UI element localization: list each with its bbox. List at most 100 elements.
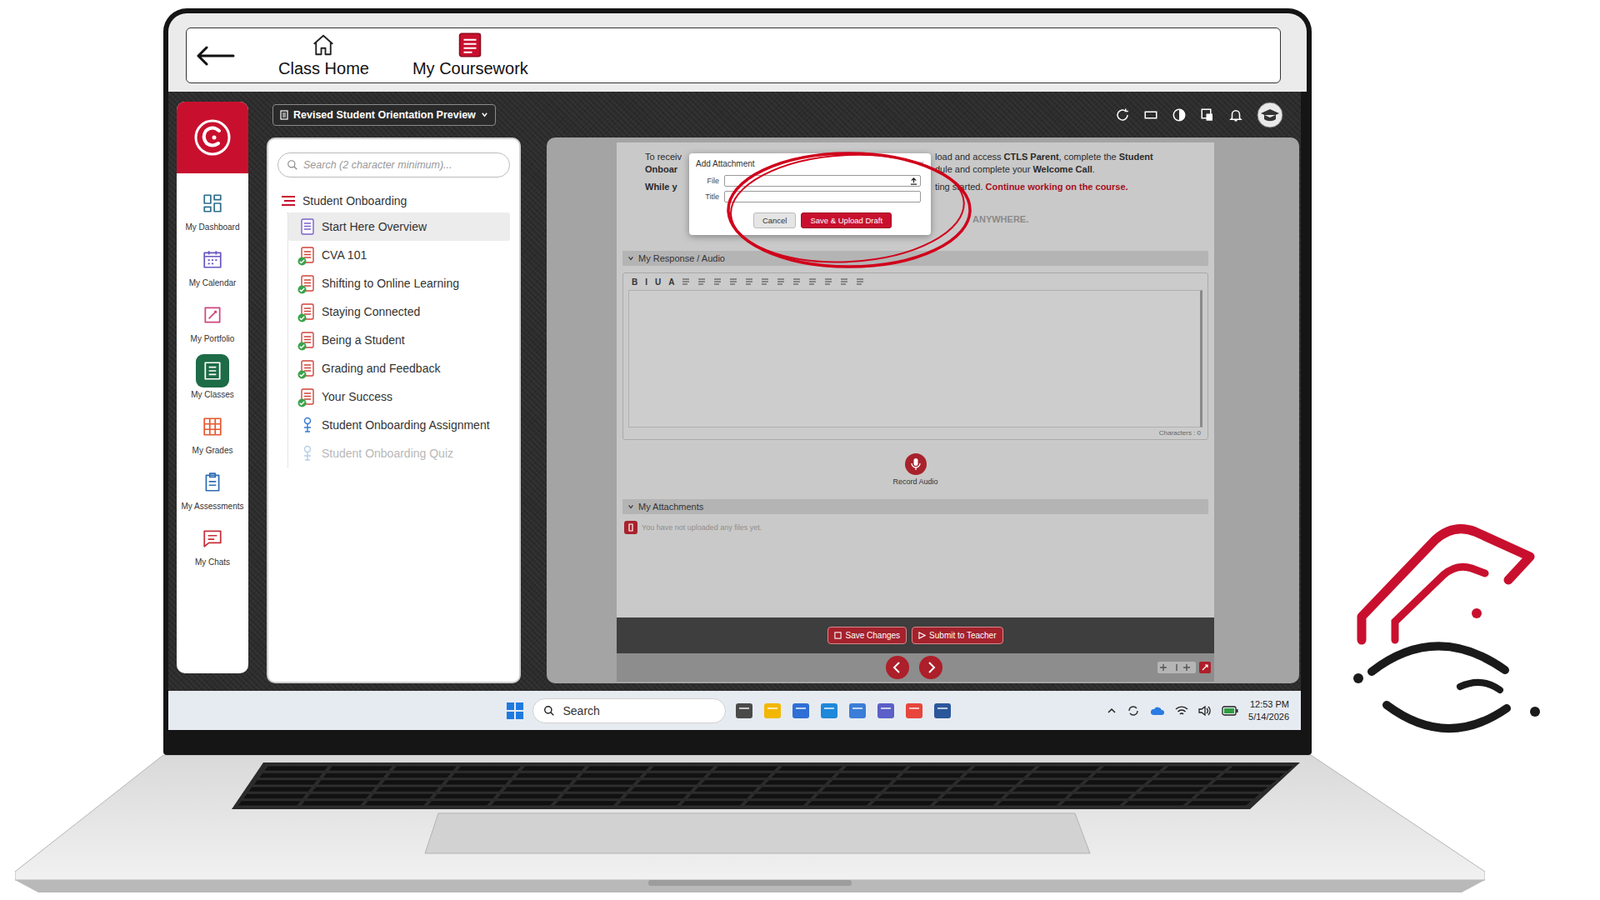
tree-item[interactable]: Your Success — [288, 382, 510, 411]
keyboard-key[interactable] — [375, 786, 440, 792]
keyboard-key[interactable] — [835, 772, 901, 778]
upload-icon[interactable] — [910, 177, 918, 185]
contrast-icon[interactable] — [1171, 107, 1187, 123]
toolbar-tool-icon[interactable] — [760, 277, 770, 286]
attachment-icon[interactable] — [624, 520, 638, 535]
bell-icon[interactable] — [1228, 107, 1244, 123]
tree-item[interactable]: Staying Connected — [288, 297, 510, 326]
clock[interactable]: 12:53 PM5/14/2026 — [1248, 698, 1290, 724]
keyboard-key[interactable] — [1060, 800, 1126, 806]
keyboard-key[interactable] — [841, 765, 909, 771]
keyboard-key[interactable] — [884, 786, 950, 792]
dock-item[interactable]: My Grades — [176, 410, 249, 456]
section-header[interactable]: My Attachments — [622, 499, 1209, 515]
dock-item[interactable]: My Portfolio — [176, 298, 249, 345]
keyboard-key[interactable] — [1130, 793, 1198, 799]
keyboard-key[interactable] — [380, 780, 446, 785]
toolbar-tool-icon[interactable] — [840, 277, 849, 286]
keyboard-key[interactable] — [996, 800, 1063, 806]
keyboard-key[interactable] — [813, 793, 880, 799]
section-header[interactable]: My Response / Audio — [622, 250, 1209, 266]
keyboard-key[interactable] — [439, 786, 505, 792]
taskbar-app-icon[interactable] — [790, 700, 811, 721]
keyboard-key[interactable] — [905, 765, 973, 771]
keyboard-key[interactable] — [253, 780, 319, 785]
tree-item[interactable]: Being a Student — [288, 325, 510, 355]
keyboard-key[interactable] — [386, 772, 452, 778]
keyboard-key[interactable] — [870, 800, 936, 806]
taskbar-search[interactable]: Search — [532, 698, 726, 724]
keyboard-key[interactable] — [305, 793, 370, 799]
record-audio[interactable]: Record Audio — [622, 453, 1209, 486]
top-tab[interactable]: Class Home — [278, 32, 370, 79]
taskbar-app-icon[interactable] — [875, 700, 896, 721]
tree-item[interactable]: Grading and Feedback — [288, 354, 510, 383]
keyboard-key[interactable] — [933, 800, 1000, 806]
top-tab[interactable]: My Coursework — [412, 32, 529, 79]
keyboard-key[interactable] — [490, 800, 555, 806]
window-icon[interactable] — [1143, 107, 1159, 123]
keyboard-key[interactable] — [1226, 765, 1295, 771]
dock-logo[interactable] — [176, 101, 249, 174]
keyboard-key[interactable] — [1026, 772, 1094, 778]
keyboard-key[interactable] — [553, 800, 619, 806]
keyboard-key[interactable] — [649, 765, 715, 771]
keyboard-key[interactable] — [1019, 780, 1086, 785]
keyboard-key[interactable] — [445, 780, 510, 785]
toolbar-tool-icon[interactable] — [776, 277, 785, 286]
keyboard-key[interactable] — [514, 772, 580, 778]
keyboard-key[interactable] — [1067, 793, 1134, 799]
dock-item[interactable]: My Chats — [176, 521, 249, 568]
tree-title[interactable]: Student Onboarding — [277, 194, 510, 208]
tree-item[interactable]: Student Onboarding Quiz — [288, 439, 510, 468]
keyboard-key[interactable] — [578, 772, 645, 778]
tree-item[interactable]: CVA 101 — [288, 240, 510, 270]
windows-start-icon[interactable] — [505, 701, 525, 720]
keyboard-key[interactable] — [898, 772, 965, 778]
toolbar-tool-icon[interactable] — [855, 277, 865, 286]
device-icon[interactable] — [1200, 107, 1215, 123]
keyboard-key[interactable] — [585, 765, 651, 771]
close-button[interactable]: × — [919, 158, 925, 169]
taskbar-app-icon[interactable] — [819, 700, 840, 721]
keyboard-key[interactable] — [1122, 800, 1189, 806]
toolbar-tool-icon[interactable] — [729, 277, 738, 286]
taskbar-app-icon[interactable] — [932, 700, 953, 721]
dock-item[interactable]: My Classes — [176, 354, 249, 400]
keyboard-key[interactable] — [962, 772, 1030, 778]
chevron-up-icon[interactable] — [1106, 705, 1117, 716]
taskbar-app-icon[interactable] — [904, 700, 925, 721]
keyboard-key[interactable] — [322, 772, 388, 778]
tree-item[interactable]: Student Onboarding Assignment — [288, 410, 510, 440]
keyboard-key[interactable] — [427, 800, 492, 806]
taskbar-app-icon[interactable] — [762, 700, 783, 721]
keyboard-key[interactable] — [258, 772, 324, 778]
keyboard-key[interactable] — [756, 786, 823, 792]
footer-button[interactable]: Save Changes — [827, 626, 907, 645]
toolbar-button[interactable]: B — [631, 277, 638, 287]
field-input[interactable] — [724, 175, 921, 187]
keyboard-key[interactable] — [770, 772, 837, 778]
keyboard-key[interactable] — [1034, 765, 1101, 771]
toolbar-tool-icon[interactable] — [681, 277, 690, 286]
tree-item[interactable]: Start Here Overview — [288, 212, 510, 241]
keyboard-key[interactable] — [1218, 772, 1285, 778]
tree-search[interactable]: Search (2 character minimum)... — [277, 152, 510, 178]
keyboard-key[interactable] — [364, 800, 429, 806]
keyboard-key[interactable] — [1194, 793, 1261, 799]
keyboard-key[interactable] — [496, 793, 562, 799]
keyboard-key[interactable] — [891, 780, 958, 785]
avatar-icon[interactable] — [1256, 101, 1284, 129]
refresh-icon[interactable] — [1115, 107, 1130, 123]
keyboard-key[interactable] — [743, 800, 809, 806]
keyboard-key[interactable] — [947, 786, 1014, 792]
keyboard-key[interactable] — [940, 793, 1007, 799]
keyboard-key[interactable] — [1090, 772, 1158, 778]
cloud-icon[interactable] — [1150, 705, 1165, 717]
sync-icon[interactable] — [1126, 704, 1140, 718]
keyboard-key[interactable] — [565, 786, 631, 792]
keyboard-key[interactable] — [263, 765, 329, 771]
keyboard-key[interactable] — [1139, 786, 1206, 792]
keyboard-key[interactable] — [700, 780, 766, 785]
dock-item[interactable]: My Dashboard — [176, 186, 249, 233]
